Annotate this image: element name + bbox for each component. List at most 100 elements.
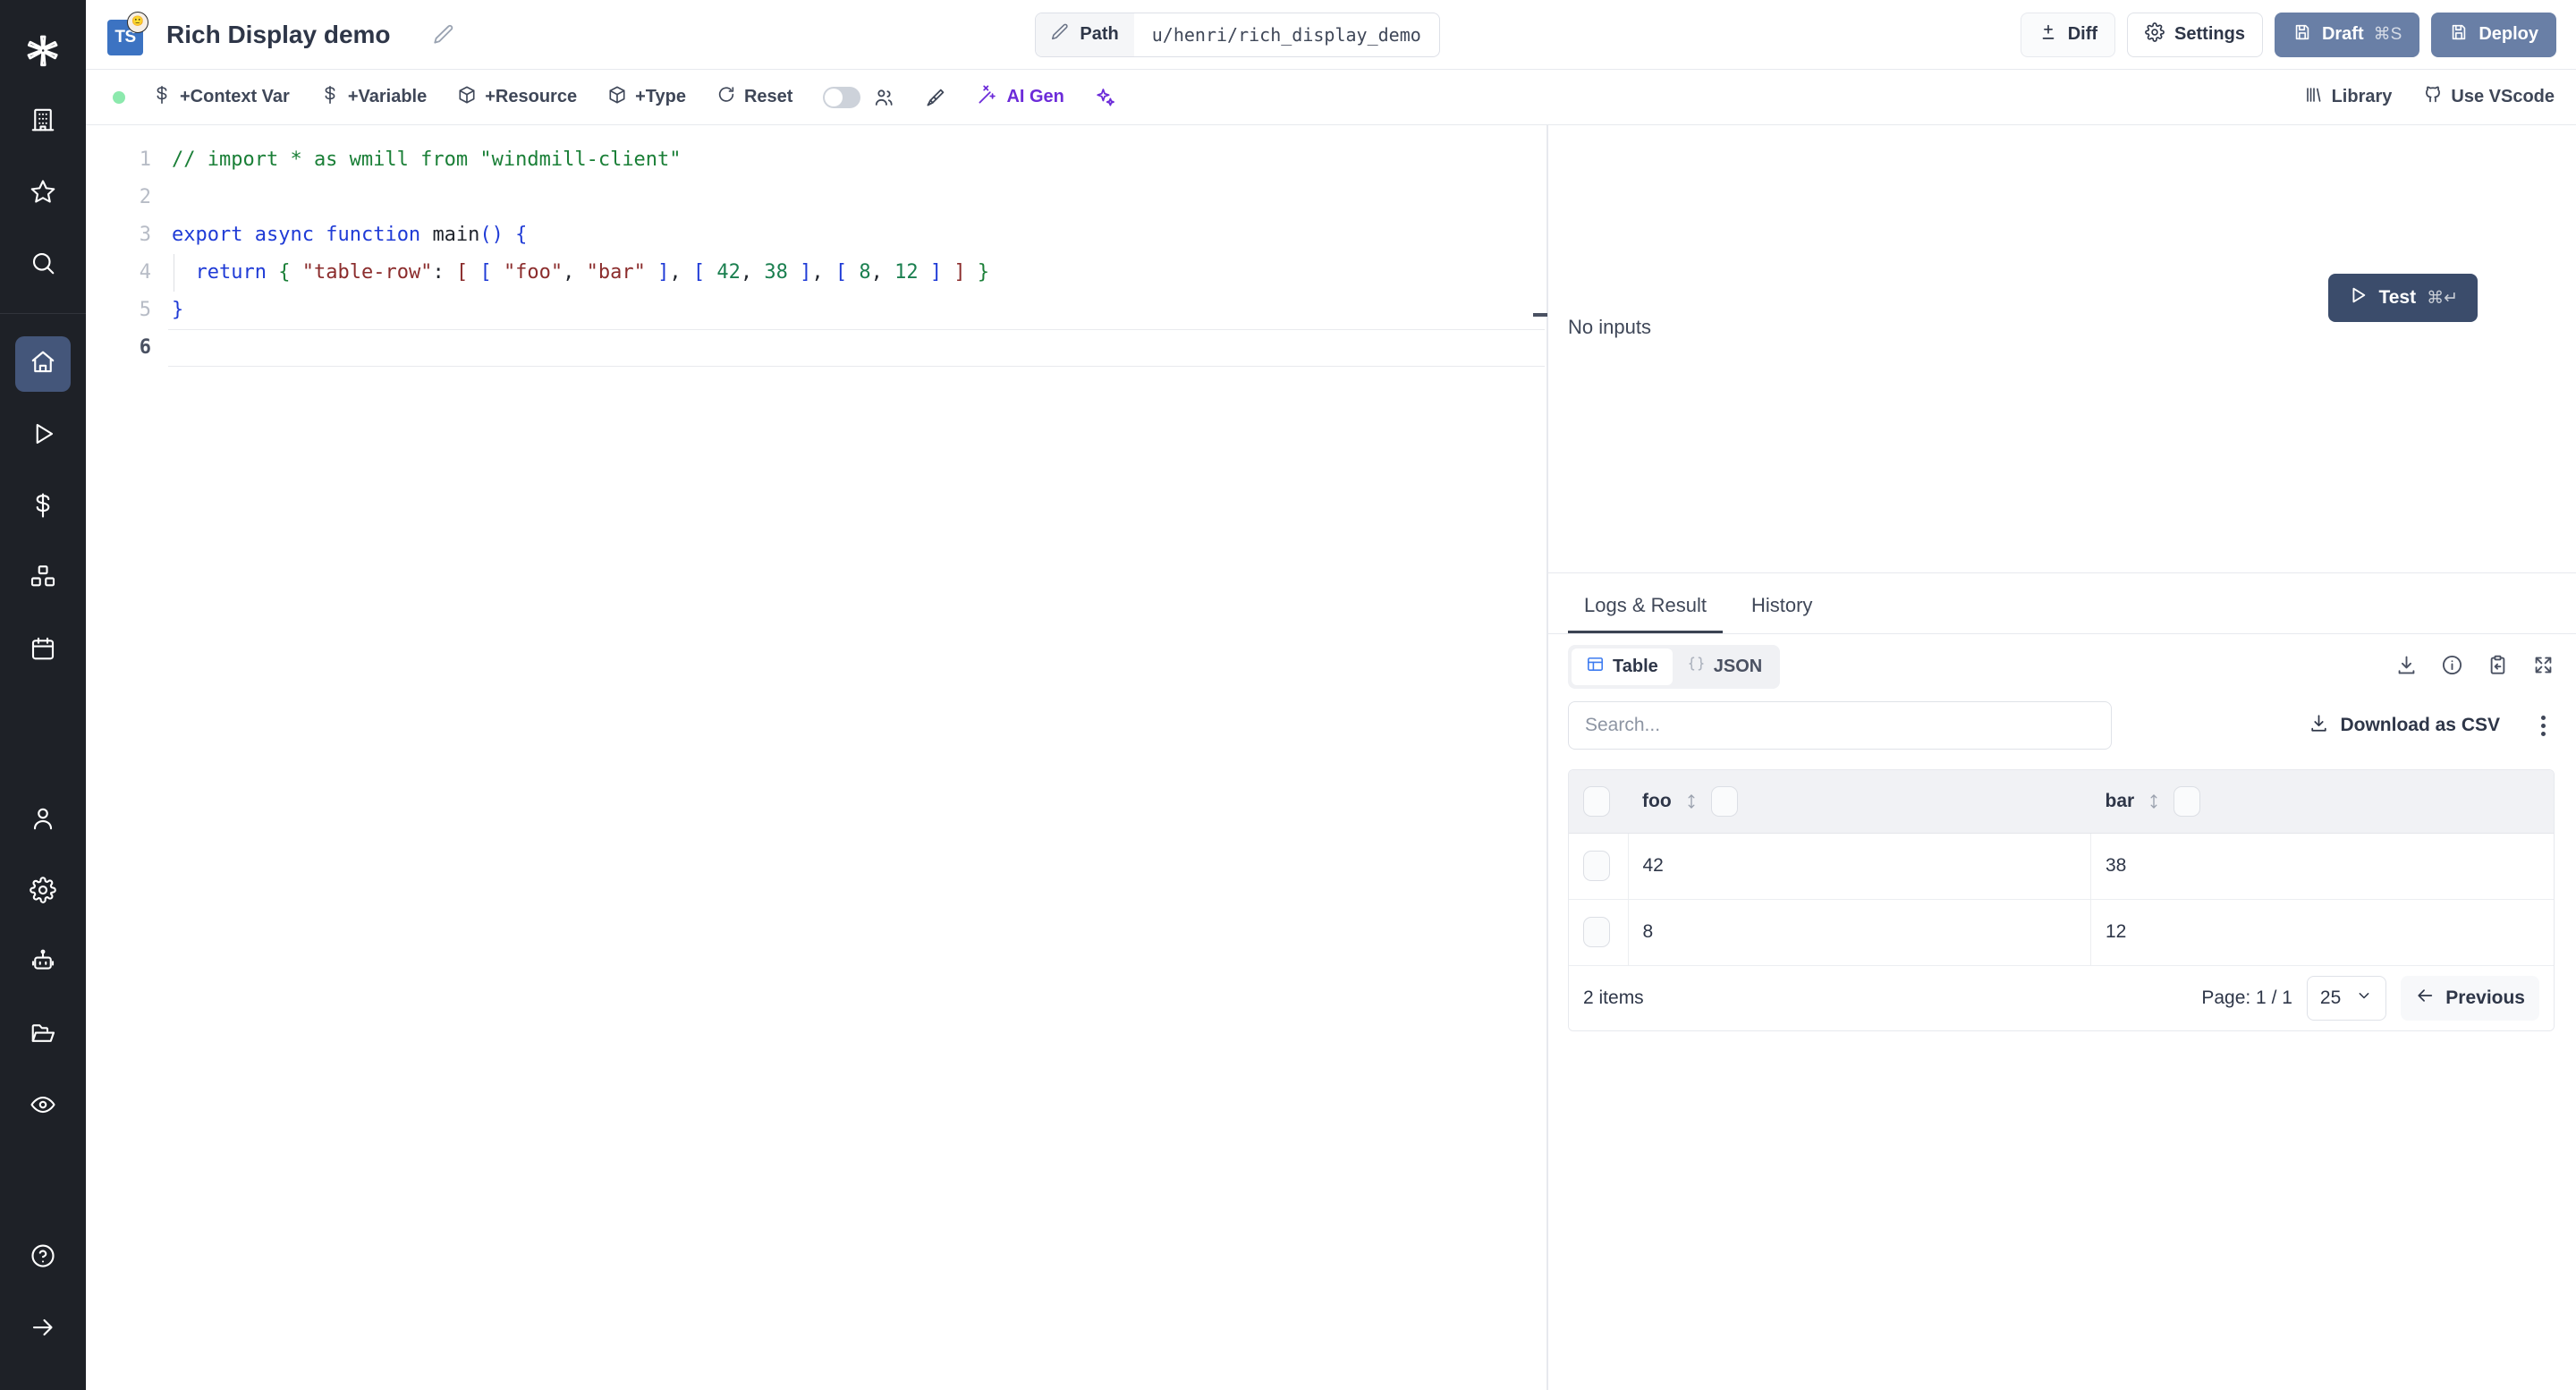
sidebar-item-workers[interactable] [15, 792, 71, 848]
code-line[interactable]: return { "table-row": [ [ "foo", "bar" ]… [168, 254, 1547, 292]
collab-toggle[interactable] [823, 86, 861, 108]
test-button[interactable]: Test ⌘↵ [2328, 274, 2478, 322]
use-vscode-label: Use VScode [2451, 87, 2555, 106]
sort-icon[interactable] [2145, 792, 2163, 810]
path-field[interactable]: Path u/henri/rich_display_demo [1035, 12, 1440, 57]
page-title: Rich Display demo [166, 20, 391, 48]
code-token: ] [953, 261, 966, 284]
sidebar-item-schedules[interactable] [15, 623, 71, 678]
select-all-checkbox[interactable] [1583, 785, 1610, 817]
settings-button[interactable]: Settings [2127, 12, 2263, 57]
ai-gen-button[interactable]: AI Gen [977, 84, 1064, 111]
tab-logs-result[interactable]: Logs & Result [1568, 594, 1723, 633]
brush-icon[interactable] [925, 87, 946, 108]
code-token: "table-row" [301, 261, 433, 284]
table-row[interactable]: 8 12 [1569, 899, 2554, 966]
code-token: main [432, 224, 480, 246]
sidebar-item-folders[interactable] [15, 1007, 71, 1063]
sidebar-item-collapse[interactable] [15, 1301, 71, 1357]
deploy-button[interactable]: Deploy [2431, 12, 2556, 57]
code-line[interactable]: export async function main() { [168, 216, 1547, 254]
sort-icon[interactable] [1682, 792, 1700, 810]
clipboard-paste-icon[interactable] [2487, 654, 2509, 681]
pagination-controls: Page: 1 / 1 25 Previous [2201, 975, 2539, 1021]
path-value[interactable]: u/henri/rich_display_demo [1134, 24, 1439, 46]
add-type-button[interactable]: +Type [607, 85, 686, 110]
sidebar-item-agents[interactable] [15, 936, 71, 991]
expand-icon[interactable] [2532, 654, 2555, 681]
help-circle-icon [30, 1242, 56, 1274]
sidebar-item-favorites[interactable] [15, 165, 71, 221]
code-token: 12 [894, 261, 919, 284]
search-input[interactable]: Search... [1568, 701, 2112, 750]
code-token: [ [479, 261, 492, 284]
use-vscode-button[interactable]: Use VScode [2422, 84, 2555, 110]
code-line[interactable]: } [168, 292, 1547, 329]
path-label-group: Path [1036, 13, 1134, 56]
sidebar-item-settings[interactable] [15, 864, 71, 920]
view-mode-json[interactable]: JSON [1673, 648, 1776, 685]
previous-page-button[interactable]: Previous [2401, 975, 2539, 1021]
settings-label: Settings [2174, 24, 2245, 44]
info-icon[interactable] [2441, 654, 2463, 681]
library-button[interactable]: Library [2304, 85, 2392, 110]
row-checkbox[interactable] [1583, 851, 1610, 881]
editor-scroll-marker[interactable] [1533, 313, 1547, 317]
view-mode-table[interactable]: Table [1572, 648, 1673, 685]
code-token: , [740, 261, 753, 284]
windmill-logo-icon[interactable] [0, 16, 86, 86]
line-number: 3 [139, 224, 151, 246]
add-resource-label: +Resource [485, 87, 578, 106]
page-size-select[interactable]: 25 [2306, 975, 2387, 1021]
bot-icon [30, 948, 56, 979]
code-line[interactable]: // import * as wmill from "windmill-clie… [168, 141, 1547, 179]
sidebar-divider [0, 313, 86, 314]
download-csv-button[interactable]: Download as CSV [2309, 713, 2500, 739]
add-resource-button[interactable]: +Resource [457, 85, 577, 110]
table-row[interactable]: 42 38 [1569, 833, 2554, 900]
tab-history[interactable]: History [1735, 594, 1828, 633]
more-vertical-icon[interactable] [2532, 708, 2555, 743]
sidebar-item-home[interactable] [15, 336, 71, 392]
edit-title-pencil-icon[interactable] [432, 23, 455, 47]
sidebar-item-resources[interactable] [15, 551, 71, 606]
code-token: export [172, 224, 243, 246]
code-token: 42 [716, 261, 741, 284]
row-checkbox[interactable] [1583, 917, 1610, 947]
sidebar-item-search[interactable] [15, 237, 71, 292]
sidebar-item-variables[interactable] [15, 479, 71, 535]
sparkles-icon[interactable] [1095, 87, 1116, 108]
sidebar-item-audit[interactable] [15, 1079, 71, 1134]
download-icon[interactable] [2395, 654, 2418, 681]
code-line[interactable] [168, 329, 1545, 367]
table-select-all-header [1569, 770, 1628, 834]
code-content[interactable]: // import * as wmill from "windmill-clie… [168, 125, 1547, 1390]
column-checkbox-bar[interactable] [2174, 785, 2201, 817]
code-token: , [811, 261, 824, 284]
reset-button[interactable]: Reset [716, 85, 792, 110]
users-icon[interactable] [873, 87, 894, 108]
draft-button[interactable]: Draft ⌘S [2274, 12, 2420, 57]
add-context-var-button[interactable]: +Context Var [152, 85, 290, 110]
code-area[interactable]: 123456 // import * as wmill from "windmi… [86, 125, 1547, 1390]
code-line[interactable] [168, 179, 1547, 216]
table-body: 42 38 8 12 [1569, 833, 2554, 966]
table-header-foo[interactable]: foo [1628, 770, 2091, 834]
sidebar-item-runs[interactable] [15, 408, 71, 463]
sidebar-item-workspace[interactable] [15, 94, 71, 149]
add-context-var-label: +Context Var [180, 87, 290, 106]
boxes-icon [30, 564, 56, 595]
table-header-bar[interactable]: bar [2090, 770, 2554, 834]
play-icon [2348, 285, 2368, 310]
code-token: () [479, 224, 504, 246]
code-token: function [326, 224, 421, 246]
column-checkbox-foo[interactable] [1710, 785, 1738, 817]
add-variable-button[interactable]: +Variable [320, 85, 427, 110]
braces-icon [1687, 655, 1706, 679]
sidebar-item-help[interactable] [15, 1230, 71, 1285]
diff-button[interactable]: Diff [2020, 12, 2116, 57]
